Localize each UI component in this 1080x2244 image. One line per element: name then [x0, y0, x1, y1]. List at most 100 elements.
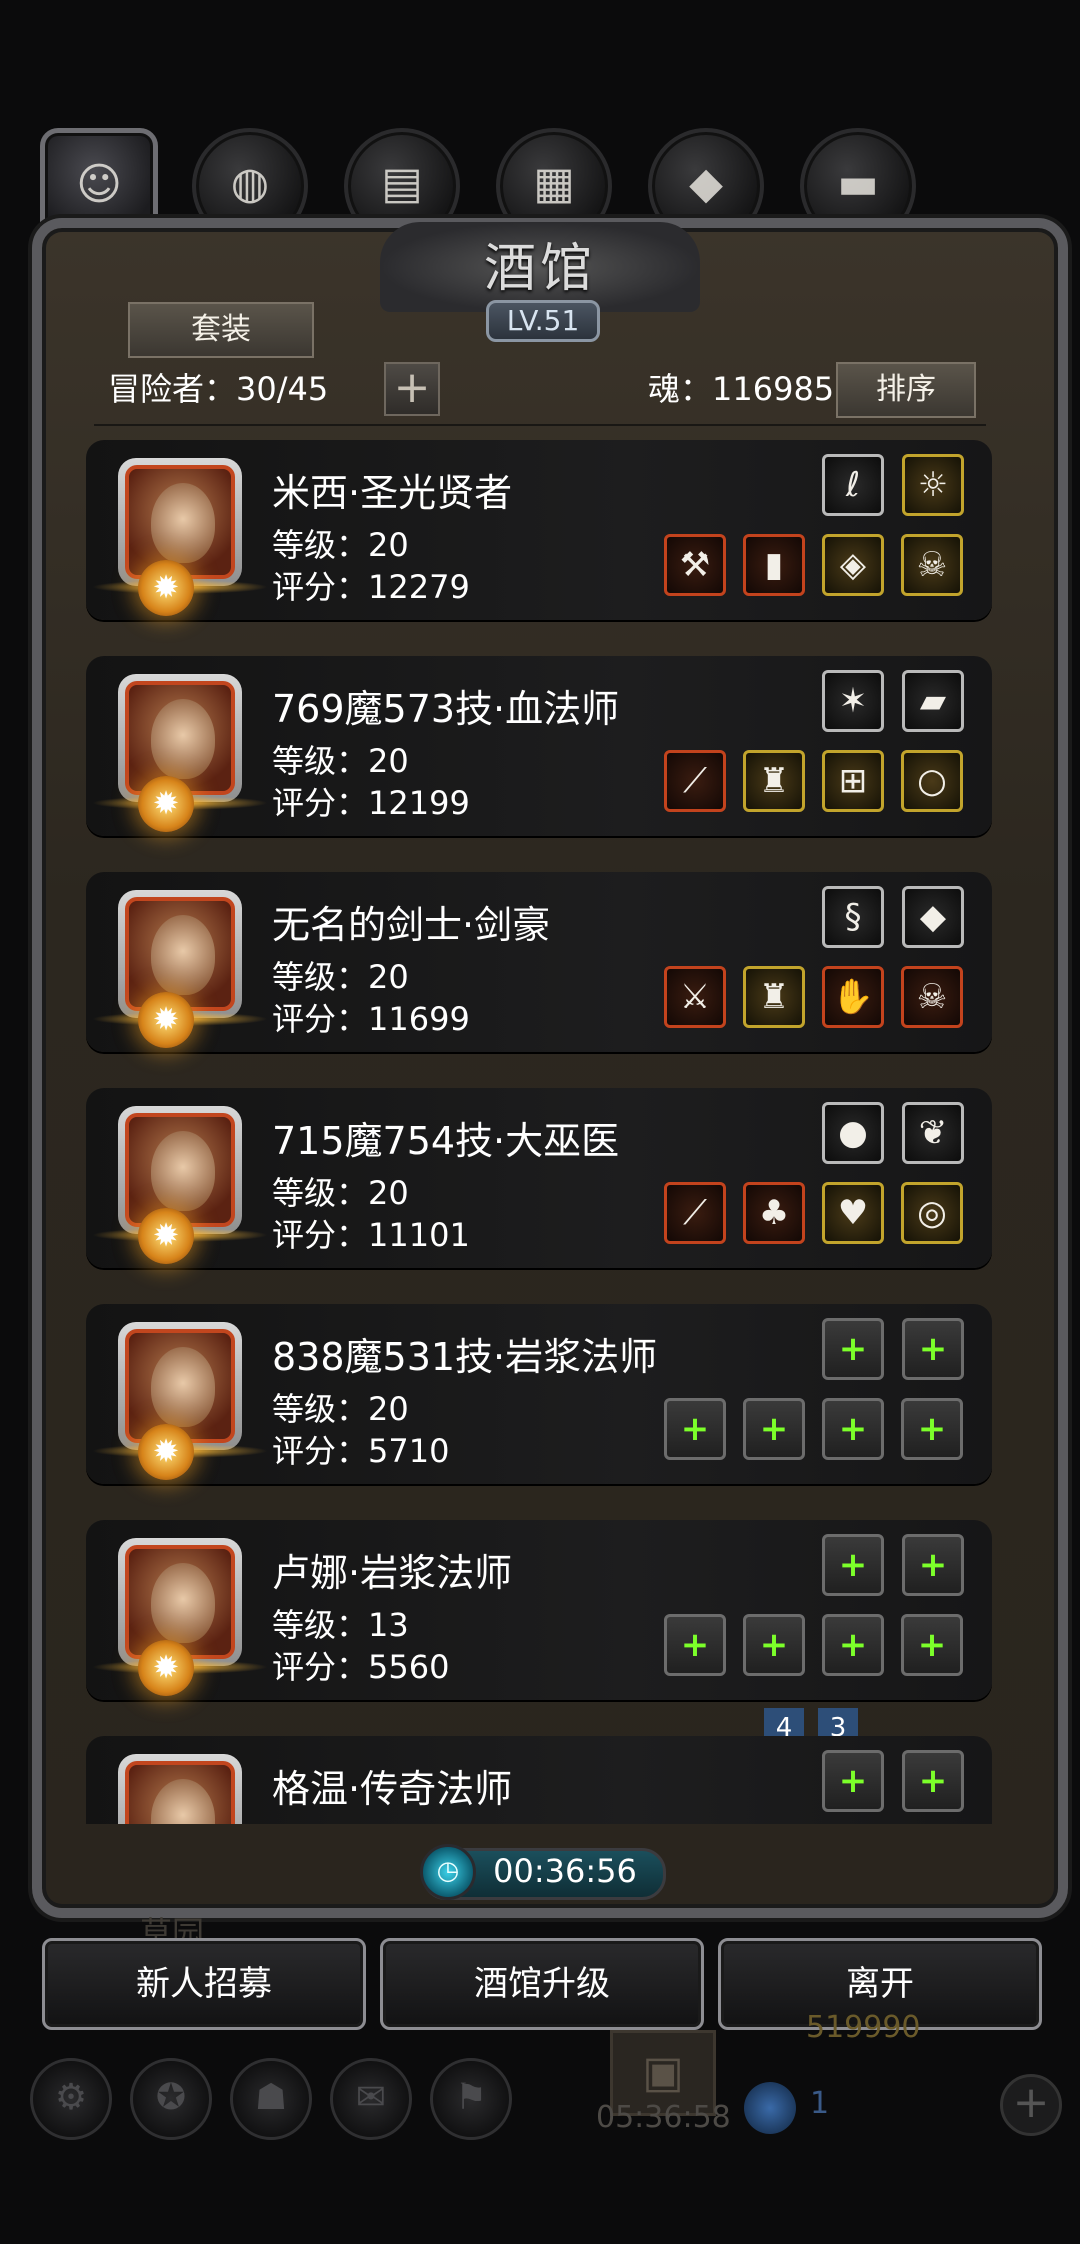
hammer-slot[interactable]: ⚒ — [664, 534, 726, 596]
hero-list[interactable]: ✹ 米西·圣光贤者 等级：20 评分：12279 ℓ ☼ ⚒ ▮ ◈ ☠ ✹ 769魔573技·血法师… — [86, 440, 994, 1824]
hero-score: 评分：5710 — [272, 1432, 450, 1470]
green-robe-slot[interactable]: ♣ — [743, 1182, 805, 1244]
empty-slot-plus-slot[interactable]: + — [822, 1750, 884, 1812]
empty-slot-plus-slot[interactable]: + — [902, 1318, 964, 1380]
empty-slot-plus-slot[interactable]: + — [822, 1318, 884, 1380]
leaf-slot[interactable]: ❦ — [902, 1102, 964, 1164]
rank-emblem-icon: ✹ — [138, 1208, 194, 1264]
rank-emblem-icon: ✹ — [138, 1640, 194, 1696]
hood-armor-slot[interactable]: ♜ — [743, 750, 805, 812]
hero-portrait[interactable] — [118, 1754, 242, 1824]
hero-level: 等级：20 — [272, 1390, 409, 1428]
hero-card[interactable]: ✹ 715魔754技·大巫医等级：20 评分：11101 ● ❦ ⟋ ♣ ♥ ◎ — [86, 1088, 992, 1268]
hero-name: 无名的剑士·剑豪 — [272, 903, 551, 947]
green-gem-slot[interactable]: ◈ — [822, 534, 884, 596]
gear-icon[interactable]: ⚙ — [30, 2058, 112, 2140]
sword-slot[interactable]: ⚔ — [664, 966, 726, 1028]
empty-slot-plus-icon: + — [917, 1625, 947, 1665]
skull-mask-slot[interactable]: ☠ — [901, 534, 963, 596]
lantern-icon: ☼ — [917, 465, 949, 505]
purple-ring-slot[interactable]: ◎ — [901, 1182, 963, 1244]
hero-card[interactable]: ✹ 米西·圣光贤者 等级：20 评分：12279 ℓ ☼ ⚒ ▮ ◈ ☠ — [86, 440, 992, 620]
portrait-frame — [125, 1329, 235, 1443]
sword-icon: ⚔ — [679, 977, 711, 1017]
ring-icon: ○ — [917, 761, 947, 801]
staff-slot[interactable]: ⟋ — [664, 750, 726, 812]
hero-face — [151, 1347, 215, 1427]
empty-slot-plus-icon: + — [680, 1625, 710, 1665]
hero-card[interactable]: ✹ 卢娜·岩浆法师 等级：13 评分：5560 + + + + + + — [86, 1520, 992, 1700]
green-dragon-icon: § — [844, 897, 862, 937]
empty-slot-plus-slot[interactable]: + — [901, 1614, 963, 1676]
green-dragon-slot[interactable]: § — [822, 886, 884, 948]
empty-slot-plus-slot[interactable]: + — [664, 1398, 726, 1460]
hero-name: 米西·圣光贤者 — [272, 471, 513, 515]
gift-icon[interactable]: ⚑ — [430, 2058, 512, 2140]
green-robe-icon: ♣ — [758, 1193, 790, 1233]
coral-branch-slot[interactable]: ✶ — [822, 670, 884, 732]
heart-pendant-slot[interactable]: ♥ — [822, 1182, 884, 1244]
plate-armor-icon: ♜ — [758, 977, 790, 1017]
empty-slot-plus-slot[interactable]: + — [822, 1534, 884, 1596]
hero-portrait-icon: ☺ — [76, 159, 122, 210]
gem-icon — [744, 2082, 796, 2134]
tower-shield-slot[interactable]: ▮ — [743, 534, 805, 596]
hero-level: 等级：20 — [272, 1174, 409, 1212]
empty-slot-plus-slot[interactable]: + — [822, 1398, 884, 1460]
hammer-icon: ⚒ — [679, 545, 711, 585]
empty-slot-plus-slot[interactable]: + — [902, 1534, 964, 1596]
hero-score: 评分：11101 — [272, 1216, 470, 1254]
ring-slot[interactable]: ○ — [901, 750, 963, 812]
lantern-slot[interactable]: ☼ — [902, 454, 964, 516]
empty-slot-plus-icon: + — [918, 1761, 948, 1801]
empty-slot-plus-icon: + — [838, 1545, 868, 1585]
heart-pendant-icon: ♥ — [837, 1193, 869, 1233]
refresh-timer: 00:36:56 — [493, 1852, 637, 1890]
add-capacity-button[interactable]: + — [384, 362, 440, 416]
stone-blocks-icon: ▦ — [533, 158, 575, 209]
star-icon[interactable]: ✪ — [130, 2058, 212, 2140]
green-gem-icon: ◈ — [839, 545, 867, 585]
gold-amount: 519990 — [806, 2010, 921, 2045]
hero-card[interactable]: ✹ 838魔531技·岩浆法师 等级：20 评分：5710 + + + + + + — [86, 1304, 992, 1484]
set-button[interactable]: 套装 — [128, 302, 314, 358]
hero-level: 等级：13 — [272, 1606, 409, 1644]
red-skull-slot[interactable]: ☠ — [901, 966, 963, 1028]
empty-slot-plus-slot[interactable]: + — [901, 1398, 963, 1460]
empty-slot-plus-icon: + — [838, 1625, 868, 1665]
necklace-slot[interactable]: ℓ — [822, 454, 884, 516]
blue-gauntlet-slot[interactable]: ✋ — [822, 966, 884, 1028]
hero-name: 715魔754技·大巫医 — [272, 1119, 620, 1163]
add-currency-button[interactable]: + — [1000, 2074, 1062, 2136]
hero-face — [151, 915, 215, 995]
hero-score: 评分：12279 — [272, 568, 470, 606]
coral-branch-icon: ✶ — [838, 681, 868, 721]
hero-card[interactable]: ✹格温·传奇法师++ — [86, 1736, 992, 1824]
empty-slot-plus-slot[interactable]: + — [664, 1614, 726, 1676]
guild-icon[interactable]: ☗ — [230, 2058, 312, 2140]
blue-crystal-icon: ◆ — [689, 158, 723, 209]
hero-level: 等级：20 — [272, 526, 409, 564]
staff-icon: ⟋ — [683, 761, 707, 801]
plate-armor-slot[interactable]: ♜ — [743, 966, 805, 1028]
green-card-slot[interactable]: ▰ — [902, 670, 964, 732]
red-amulet-slot[interactable]: ● — [822, 1102, 884, 1164]
hero-card[interactable]: ✹ 769魔573技·血法师 等级：20 评分：12199 ✶ ▰ ⟋ ♜ ⊞ ○ — [86, 656, 992, 836]
hero-card[interactable]: ✹ 无名的剑士·剑豪 等级：20 评分：11699 § ◆ ⚔ ♜ ✋ ☠ — [86, 872, 992, 1052]
adventurer-count: 冒险者：30/45 — [108, 370, 329, 408]
recruit-button[interactable]: 新人招募 — [42, 1938, 366, 2030]
empty-slot-plus-slot[interactable]: + — [902, 1750, 964, 1812]
red-ruby-slot[interactable]: ◆ — [902, 886, 964, 948]
wand-slot[interactable]: ⟋ — [664, 1182, 726, 1244]
sort-button[interactable]: 排序 — [836, 362, 976, 418]
empty-slot-plus-slot[interactable]: + — [822, 1614, 884, 1676]
chest-timer: 05:36:58 — [596, 2100, 731, 2135]
red-skull-icon: ☠ — [916, 977, 948, 1017]
mail-icon[interactable]: ✉ — [330, 2058, 412, 2140]
empty-slot-plus-slot[interactable]: + — [743, 1614, 805, 1676]
backpack-slot[interactable]: ⊞ — [822, 750, 884, 812]
empty-slot-plus-slot[interactable]: + — [743, 1398, 805, 1460]
upgrade-tavern-button[interactable]: 酒馆升级 — [380, 1938, 704, 2030]
portrait-frame — [125, 1545, 235, 1659]
empty-slot-plus-icon: + — [759, 1625, 789, 1665]
